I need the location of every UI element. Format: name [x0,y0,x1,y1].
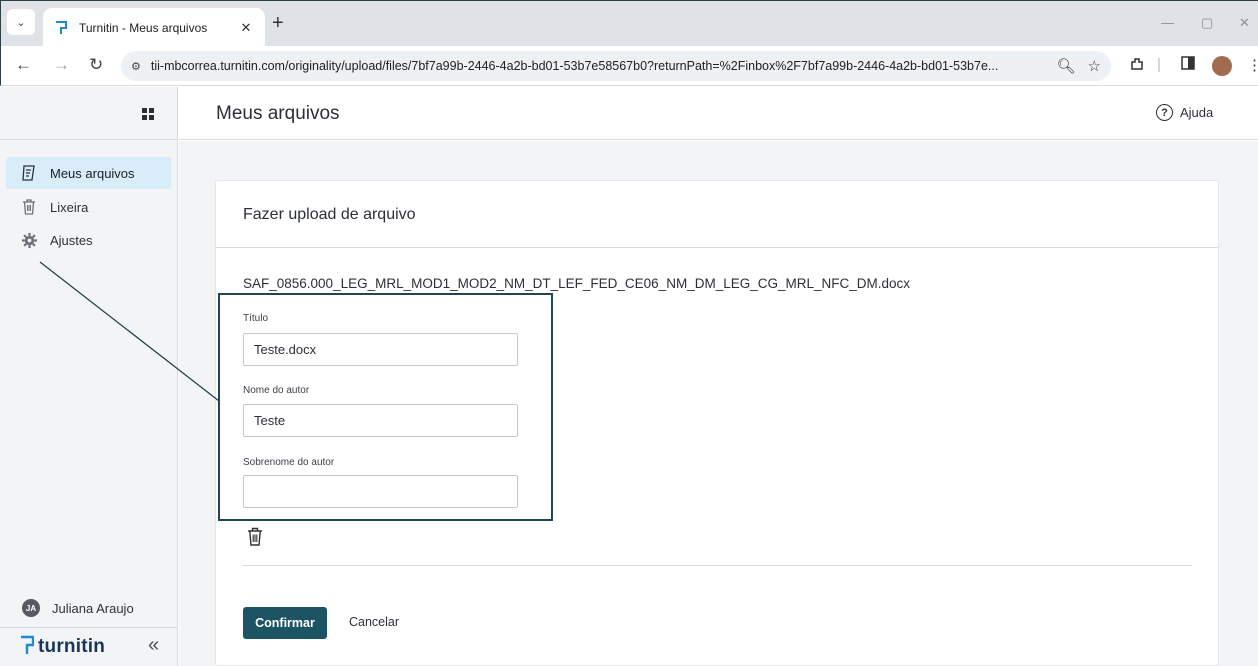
annotation-callout-line [39,261,220,402]
annotation-highlight-box [218,293,553,521]
